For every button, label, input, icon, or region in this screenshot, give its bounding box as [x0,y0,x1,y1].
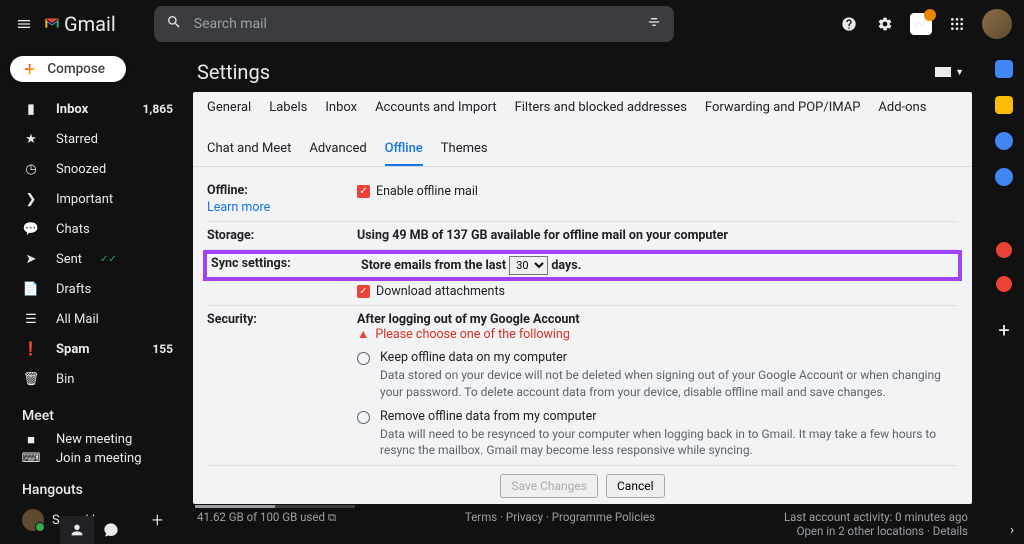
meet-section-title: Meet [0,394,185,430]
support-icon[interactable] [838,13,860,35]
sent-checks-icon: ✓✓ [100,254,117,265]
enable-offline-checkbox[interactable]: ✓Enable offline mail [357,184,478,199]
arrow-icon: ❯ [22,192,40,207]
security-heading: After logging out of my Google Account [357,312,580,327]
radio-icon [357,352,370,365]
tab-themes[interactable]: Themes [441,141,488,166]
settings-gear-icon[interactable] [874,13,896,35]
apps-grid-icon[interactable] [946,13,968,35]
notifications-icon[interactable] [910,13,932,35]
nav-sent[interactable]: ➤Sent✓✓ [0,244,185,274]
contacts-addon-icon[interactable] [995,168,1013,186]
tasks-addon-icon[interactable] [995,132,1013,150]
join-meeting-button[interactable]: ⌨Join a meeting [0,449,185,468]
storage-progress-bar [195,505,355,508]
storage-used-text: 41.62 GB of 100 GB used [197,510,325,524]
warning-icon: ▲ [357,327,369,342]
open-storage-icon[interactable]: ⧉ [328,510,336,524]
gmail-wordmark: Gmail [64,12,116,36]
checkbox-checked-icon: ✓ [357,185,370,198]
stack-icon: ☰ [22,312,40,327]
tab-accounts-and-import[interactable]: Accounts and Import [375,100,496,123]
account-details-link[interactable]: Open in 2 other locations · Details [784,524,968,538]
main-menu-button[interactable] [12,12,36,36]
settings-heading: Settings [197,60,270,84]
nav-important[interactable]: ❯Important [0,184,185,214]
storage-label: Storage: [207,228,357,243]
checkbox-checked-icon: ✓ [357,285,370,298]
compose-button[interactable]: + Compose [10,56,126,82]
addon-icon[interactable] [996,242,1012,258]
tab-inbox[interactable]: Inbox [325,100,357,123]
security-label: Security: [207,312,357,459]
download-attachments-checkbox[interactable]: ✓Download attachments [357,284,505,299]
compose-label: Compose [47,61,105,77]
nav-chats[interactable]: 💬Chats [0,214,185,244]
gmail-m-icon [44,12,60,37]
clock-icon: ◷ [22,162,40,177]
tab-add-ons[interactable]: Add-ons [878,100,926,123]
inbox-icon: ▮ [22,102,40,117]
new-meeting-button[interactable]: ■New meeting [0,430,185,449]
radio-icon [357,411,370,424]
search-bar[interactable] [154,6,674,42]
sync-settings-label: Sync settings: [211,256,361,275]
tab-forwarding-and-pop-imap[interactable]: Forwarding and POP/IMAP [705,100,861,123]
spam-icon: ❗ [22,342,40,357]
nav-inbox[interactable]: ▮Inbox1,865 [0,94,185,124]
hangouts-chat-icon[interactable] [94,516,128,544]
gmail-logo[interactable]: Gmail [44,12,116,37]
calendar-addon-icon[interactable] [995,60,1013,78]
trash-icon: 🗑 [22,372,40,387]
plus-icon: + [24,57,35,81]
nav-snoozed[interactable]: ◷Snoozed [0,154,185,184]
nav-starred[interactable]: ★Starred [0,124,185,154]
tab-general[interactable]: General [207,100,251,123]
offline-label: Offline: [207,183,248,198]
star-icon: ★ [22,132,40,147]
storage-text: Using 49 MB of 137 GB available for offl… [357,228,728,243]
file-icon: 📄 [22,282,40,297]
account-avatar[interactable] [982,9,1012,39]
get-addons-button[interactable]: + [998,318,1009,342]
tab-filters-and-blocked-addresses[interactable]: Filters and blocked addresses [515,100,687,123]
hangouts-add-button[interactable]: + [152,508,163,532]
tab-offline[interactable]: Offline [385,141,423,166]
tab-chat-and-meet[interactable]: Chat and Meet [207,141,291,166]
keyboard-icon: ⌨ [22,451,40,466]
search-icon [166,14,182,34]
addon-icon[interactable] [996,276,1012,292]
learn-more-link[interactable]: Learn more [207,200,357,215]
chat-icon: 💬 [22,222,40,237]
side-panel: + [984,48,1024,544]
remove-data-radio[interactable]: Remove offline data from my computerData… [357,409,958,460]
nav-bin[interactable]: 🗑Bin [0,364,185,394]
camera-icon: ■ [22,432,40,448]
nav-spam[interactable]: ❗Spam155 [0,334,185,364]
nav-all-mail[interactable]: ☰All Mail [0,304,185,334]
cancel-button[interactable]: Cancel [606,474,665,498]
search-options-icon[interactable] [646,14,662,34]
account-activity-text: Last account activity: 0 minutes ago [784,510,968,524]
sent-icon: ➤ [22,252,40,267]
tab-advanced[interactable]: Advanced [309,141,366,166]
keep-addon-icon[interactable] [995,96,1013,114]
tab-labels[interactable]: Labels [269,100,307,123]
collapse-sidepanel-icon[interactable]: › [1010,523,1014,538]
search-input[interactable] [194,16,634,32]
security-warning: Please choose one of the following [375,327,569,342]
nav-drafts[interactable]: 📄Drafts [0,274,185,304]
save-changes-button[interactable]: Save Changes [500,474,598,498]
footer-policies[interactable]: Terms · Privacy · Programme Policies [465,510,655,538]
hangouts-avatar [22,509,44,531]
sync-days-select[interactable]: 30 [509,256,548,275]
hangouts-section-title: Hangouts [0,468,185,504]
keep-data-radio[interactable]: Keep offline data on my computerData sto… [357,350,958,401]
density-toggle[interactable]: ▼ [935,67,972,78]
hangouts-contacts-icon[interactable] [60,516,94,544]
